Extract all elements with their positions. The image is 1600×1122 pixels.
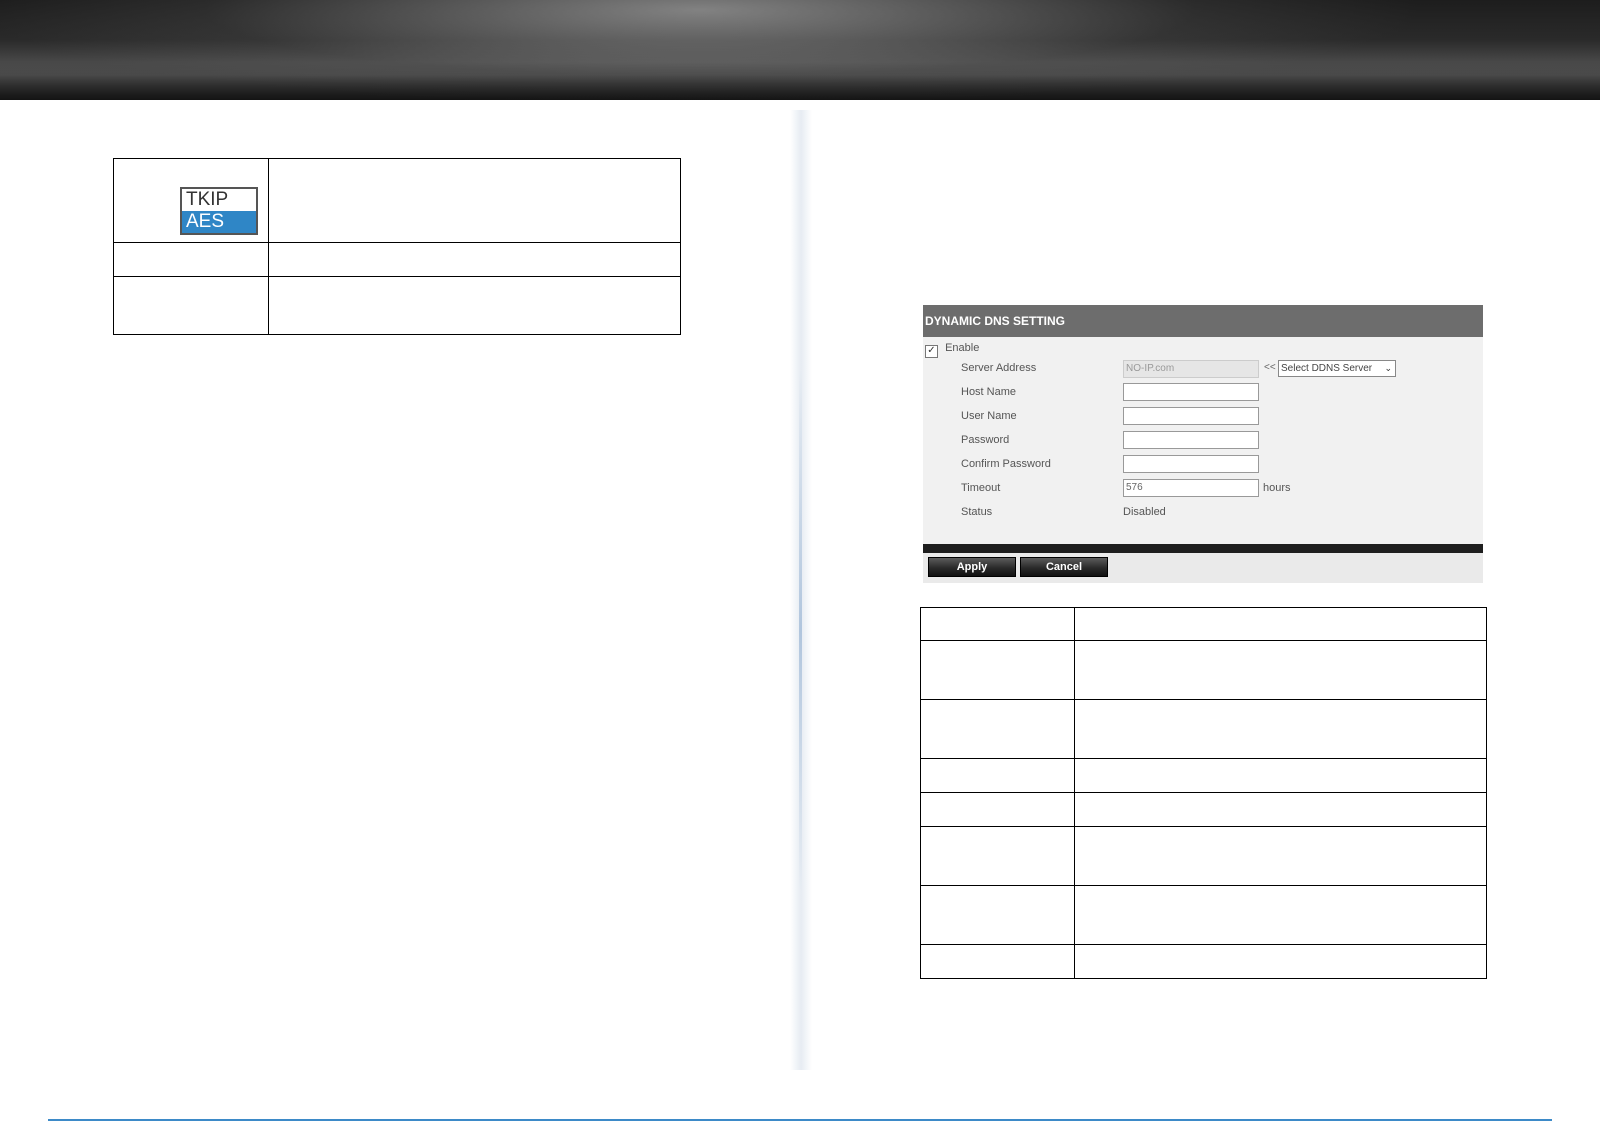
table-cell: [920, 607, 1075, 641]
panel-title: DYNAMIC DNS SETTING: [923, 305, 1483, 337]
host-name-label: Host Name: [961, 386, 1017, 398]
status-label: Status: [961, 506, 993, 518]
table-cell: [268, 158, 681, 243]
table-cell: [920, 944, 1075, 979]
host-name-input[interactable]: [1123, 383, 1259, 401]
ddns-settings-panel: DYNAMIC DNS SETTING ✓ Enable Server Addr…: [923, 305, 1483, 583]
status-value: Disabled: [1123, 506, 1166, 518]
table-cell: [268, 242, 681, 277]
table-cell: [1074, 792, 1487, 827]
page-divider: [790, 110, 812, 1070]
ddns-server-select[interactable]: Select DDNS Server ⌄: [1278, 360, 1396, 377]
server-address-label: Server Address: [961, 362, 1037, 374]
table-cell: [920, 826, 1075, 886]
table-cell: [920, 792, 1075, 827]
table-cell: [1074, 758, 1487, 793]
cipher-description-table: [113, 158, 681, 335]
enable-checkbox[interactable]: ✓: [925, 345, 938, 358]
footer-rule: [48, 1119, 1552, 1121]
password-input[interactable]: [1123, 431, 1259, 449]
user-name-input[interactable]: [1123, 407, 1259, 425]
ddns-server-select-value: Select DDNS Server: [1281, 363, 1373, 374]
user-name-label: User Name: [961, 410, 1017, 422]
table-cell: [1074, 944, 1487, 979]
table-cell: [1074, 640, 1487, 700]
enable-label: Enable: [945, 342, 980, 354]
confirm-password-input[interactable]: [1123, 455, 1259, 473]
table-cell: [1074, 826, 1487, 886]
table-cell: [113, 242, 269, 277]
enable-row[interactable]: ✓ Enable: [925, 339, 980, 358]
timeout-input[interactable]: 576: [1123, 479, 1259, 497]
timeout-label: Timeout: [961, 482, 1001, 494]
table-cell: [113, 276, 269, 335]
table-cell: [920, 885, 1075, 945]
table-cell: [920, 640, 1075, 700]
chevron-down-icon: ⌄: [1384, 363, 1392, 373]
confirm-password-label: Confirm Password: [961, 458, 1051, 470]
table-cell: [920, 699, 1075, 759]
table-cell: [268, 276, 681, 335]
cancel-button[interactable]: Cancel: [1020, 557, 1108, 577]
table-cell: [920, 758, 1075, 793]
page-banner: [0, 0, 1600, 100]
panel-separator: [923, 544, 1483, 553]
ddns-description-table: [920, 607, 1487, 979]
table-cell: [1074, 699, 1487, 759]
apply-button[interactable]: Apply: [928, 557, 1016, 577]
server-address-field: NO-IP.com: [1123, 360, 1259, 378]
server-select-prefix: <<: [1264, 362, 1276, 373]
password-label: Password: [961, 434, 1010, 446]
cipher-option-tkip[interactable]: TKIP: [182, 189, 256, 211]
table-cell: [1074, 885, 1487, 945]
timeout-unit: hours: [1263, 482, 1291, 494]
table-cell: [1074, 607, 1487, 641]
cipher-listbox[interactable]: TKIP AES: [180, 187, 258, 235]
cipher-option-aes[interactable]: AES: [182, 211, 256, 233]
panel-footer: Apply Cancel: [923, 553, 1483, 583]
